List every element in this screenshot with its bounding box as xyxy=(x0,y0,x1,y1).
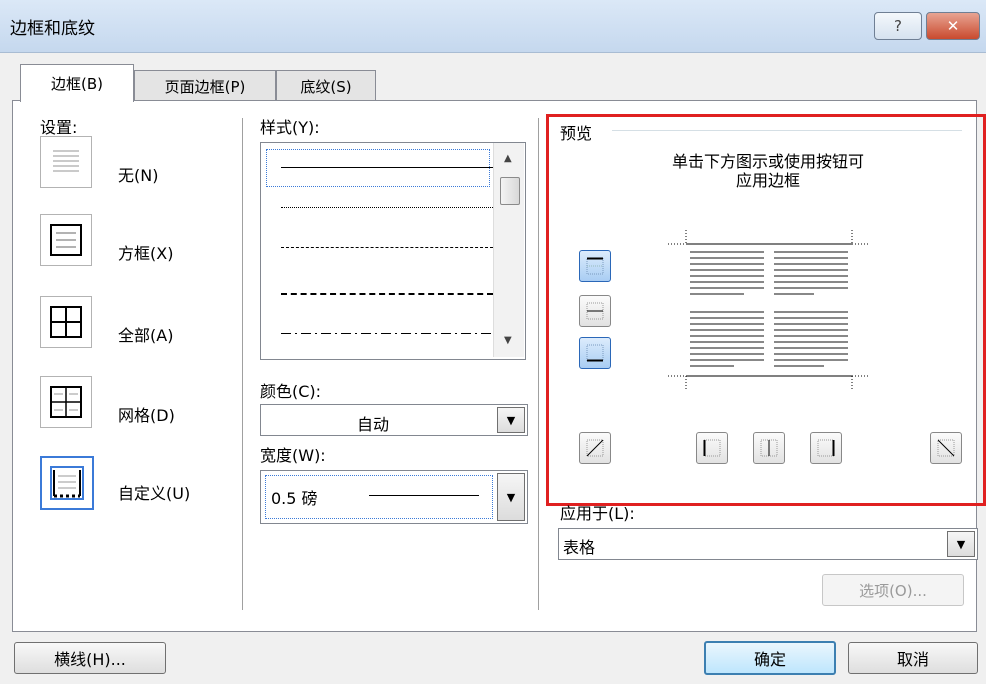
scroll-down-icon[interactable]: ▼ xyxy=(504,335,512,346)
style-header: 样式(Y): xyxy=(260,118,320,137)
setting-none-label: 无(N) xyxy=(118,166,159,185)
settings-header: 设置: xyxy=(40,118,78,137)
inside-horizontal-border-button[interactable] xyxy=(579,295,611,327)
preview-instruction-line1: 单击下方图示或使用按钮可 xyxy=(671,152,864,171)
preview-instruction-line2: 应用边框 xyxy=(735,171,800,190)
setting-none-button[interactable] xyxy=(40,136,92,188)
box-border-icon xyxy=(50,224,82,256)
scroll-thumb[interactable] xyxy=(500,177,520,205)
bottom-border-icon xyxy=(586,344,604,362)
color-dropdown-icon[interactable]: ▼ xyxy=(497,407,525,433)
help-button[interactable]: ? xyxy=(874,12,922,40)
bottom-border-button[interactable] xyxy=(579,337,611,369)
tab-page-border[interactable]: 页面边框(P) xyxy=(134,70,276,101)
horizontal-line-button[interactable]: 横线(H)... xyxy=(14,642,166,674)
inside-vertical-border-icon xyxy=(760,439,778,457)
options-button[interactable]: 选项(O)... xyxy=(822,574,964,606)
inside-vertical-border-button[interactable] xyxy=(753,432,785,464)
all-border-icon xyxy=(50,306,82,338)
line-style-solid[interactable] xyxy=(281,167,493,168)
column-divider-right xyxy=(538,118,539,610)
preview-diagram[interactable] xyxy=(664,226,874,396)
width-combo[interactable]: 0.5 磅 ▼ xyxy=(260,470,528,524)
color-combo[interactable]: 自动 ▼ xyxy=(260,404,528,436)
line-style-dashed[interactable] xyxy=(281,293,493,295)
apply-to-label: 应用于(L): xyxy=(560,504,635,523)
line-style-list[interactable] xyxy=(260,142,526,360)
preview-header: 预览 xyxy=(560,124,593,143)
preview-groupline xyxy=(612,130,962,131)
setting-all-button[interactable] xyxy=(40,296,92,348)
setting-grid-button[interactable] xyxy=(40,376,92,428)
setting-box-label: 方框(X) xyxy=(118,244,174,263)
width-value: 0.5 磅 xyxy=(271,489,318,508)
width-dropdown-icon[interactable]: ▼ xyxy=(497,473,525,521)
title-bar xyxy=(0,0,986,53)
width-label: 宽度(W): xyxy=(260,446,326,465)
none-border-icon xyxy=(53,150,79,172)
diagonal-up-border-button[interactable] xyxy=(579,432,611,464)
cancel-button[interactable]: 取消 xyxy=(848,642,978,674)
inside-horizontal-border-icon xyxy=(586,302,604,320)
setting-box-button[interactable] xyxy=(40,214,92,266)
color-label: 颜色(C): xyxy=(260,382,322,401)
color-value: 自动 xyxy=(357,415,390,434)
setting-custom-label: 自定义(U) xyxy=(118,484,191,503)
style-selection xyxy=(266,149,490,187)
close-button[interactable]: ✕ xyxy=(926,12,980,40)
apply-to-dropdown-icon[interactable]: ▼ xyxy=(947,531,975,557)
right-border-button[interactable] xyxy=(810,432,842,464)
width-line-sample xyxy=(369,495,479,496)
line-style-dash-dot[interactable] xyxy=(281,333,493,334)
apply-to-value: 表格 xyxy=(563,538,596,557)
window-title: 边框和底纹 xyxy=(10,19,95,39)
style-scrollbar[interactable]: ▲ ▼ xyxy=(493,143,524,357)
scroll-up-icon[interactable]: ▲ xyxy=(504,153,512,164)
setting-all-label: 全部(A) xyxy=(118,326,174,345)
apply-to-combo[interactable]: 表格 ▼ xyxy=(558,528,978,560)
grid-border-icon xyxy=(50,386,82,418)
line-style-dashed-small[interactable] xyxy=(281,247,493,248)
left-border-icon xyxy=(703,439,721,457)
tab-borders[interactable]: 边框(B) xyxy=(20,64,134,102)
setting-grid-label: 网格(D) xyxy=(118,406,175,425)
preview-instruction: 单击下方图示或使用按钮可 应用边框 xyxy=(556,152,980,190)
top-border-icon xyxy=(586,257,604,275)
right-border-icon xyxy=(817,439,835,457)
left-border-button[interactable] xyxy=(696,432,728,464)
line-style-dotted[interactable] xyxy=(281,207,493,208)
custom-border-icon xyxy=(50,466,84,500)
setting-custom-button[interactable] xyxy=(40,456,94,510)
top-border-button[interactable] xyxy=(579,250,611,282)
diagonal-down-border-icon xyxy=(937,439,955,457)
tab-shading[interactable]: 底纹(S) xyxy=(276,70,376,101)
diagonal-up-border-icon xyxy=(586,439,604,457)
column-divider xyxy=(242,118,243,610)
ok-button[interactable]: 确定 xyxy=(704,641,836,675)
diagonal-down-border-button[interactable] xyxy=(930,432,962,464)
